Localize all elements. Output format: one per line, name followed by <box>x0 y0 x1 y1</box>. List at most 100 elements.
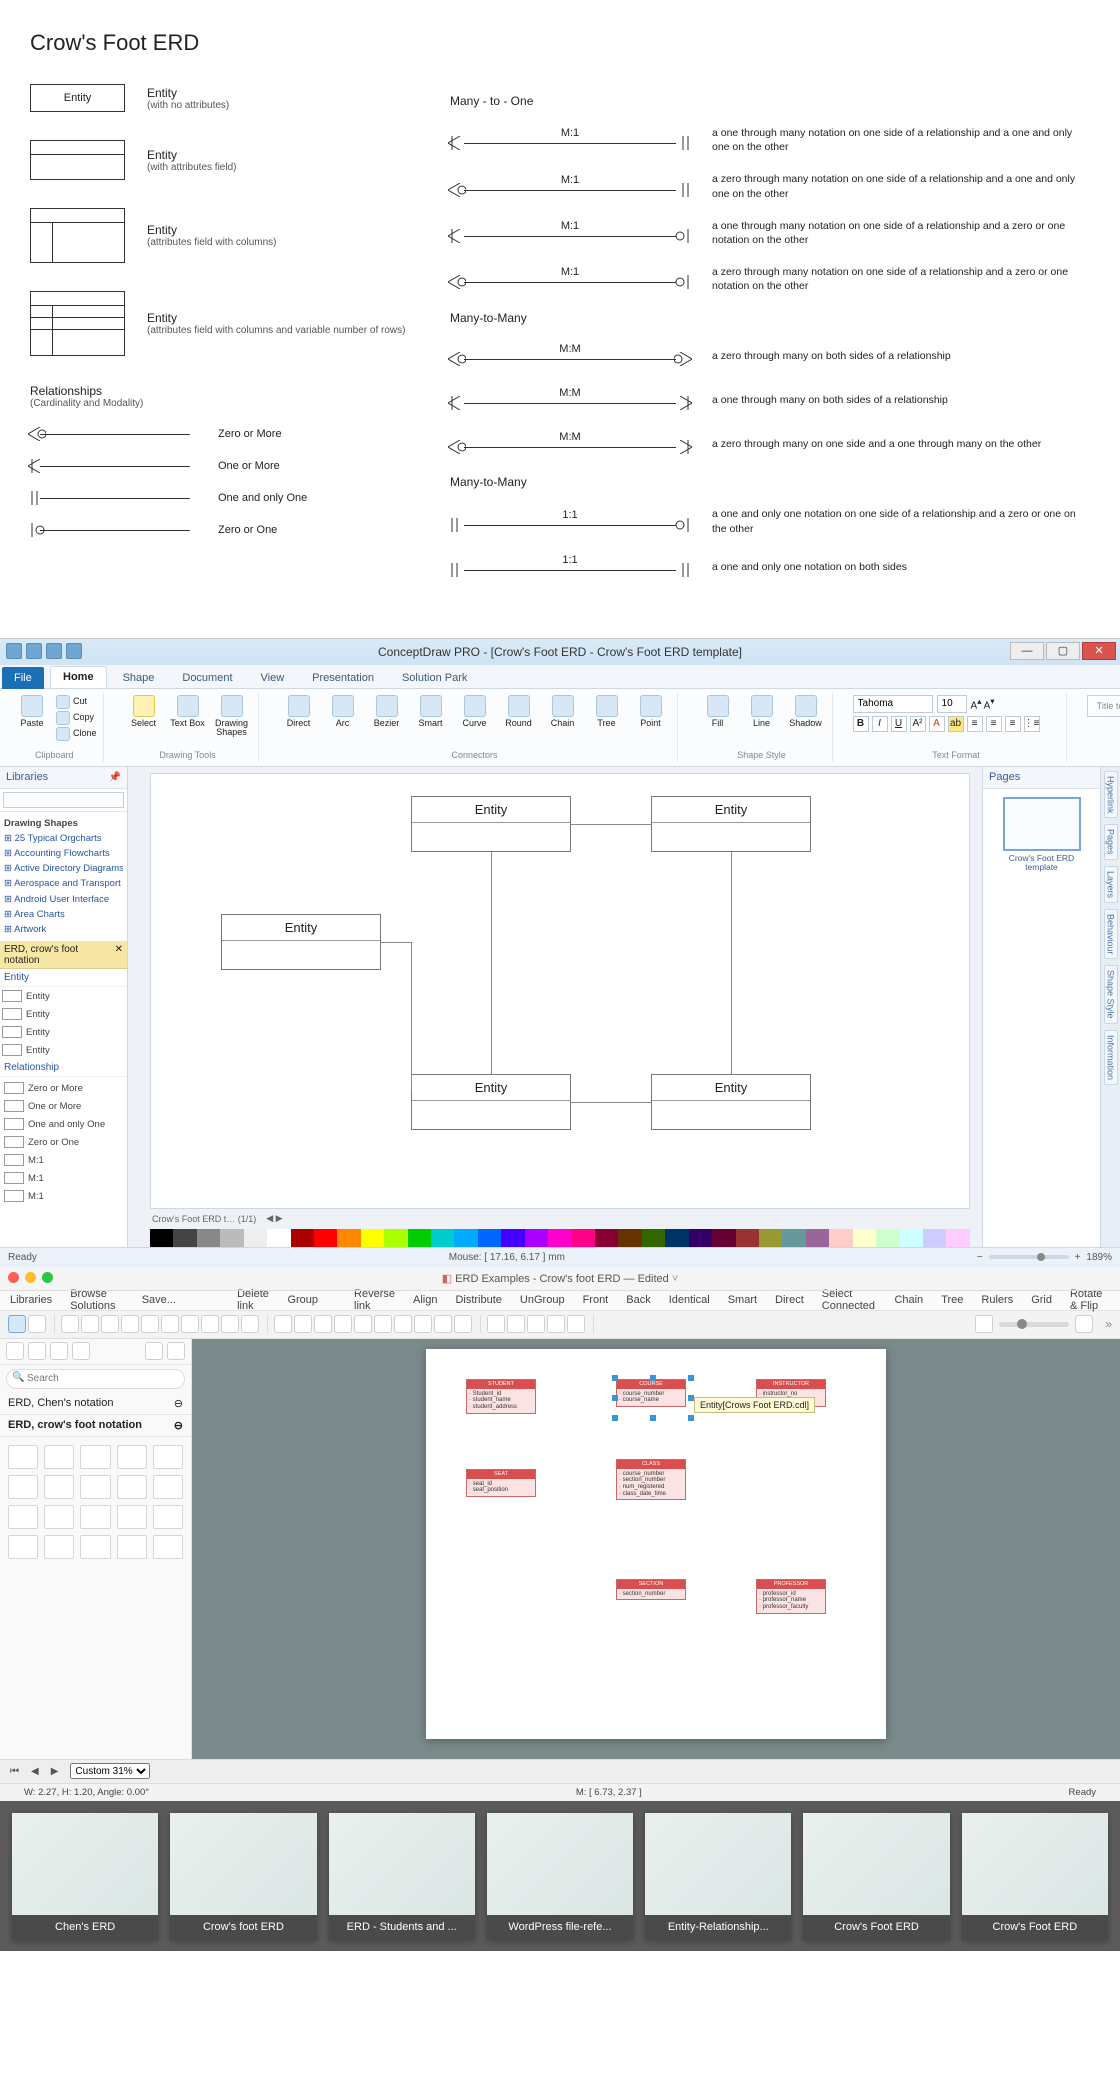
stencil-cell[interactable] <box>80 1535 110 1559</box>
more-icon[interactable]: » <box>1099 1317 1112 1331</box>
fontcolor-button[interactable]: A <box>929 716 945 732</box>
color-swatch[interactable] <box>853 1229 876 1247</box>
selection-handle[interactable] <box>688 1415 694 1421</box>
doc-tab[interactable]: Crow's Foot ERD t… (1/1) <box>152 1214 256 1224</box>
font-size-input[interactable] <box>937 695 967 713</box>
side-tab[interactable]: Shape Style <box>1104 965 1118 1024</box>
toolbar-icon[interactable] <box>241 1315 259 1333</box>
stencil-cell[interactable] <box>80 1505 110 1529</box>
toolbar-icon[interactable] <box>314 1315 332 1333</box>
menu-item[interactable]: Chain <box>894 1294 923 1306</box>
menu-item[interactable]: Delete link <box>237 1288 269 1312</box>
gallery-item[interactable]: Crow's foot ERD <box>170 1813 316 1939</box>
fill-button[interactable]: Fill <box>698 695 738 728</box>
underline-button[interactable]: U <box>891 716 907 732</box>
color-swatch[interactable] <box>431 1229 454 1247</box>
ribbon-tab[interactable]: Home <box>50 666 107 688</box>
toolbar-icon[interactable] <box>414 1315 432 1333</box>
bold-button[interactable]: B <box>853 716 869 732</box>
toolbar-icon[interactable] <box>527 1315 545 1333</box>
shadow-button[interactable]: Shadow <box>786 695 826 728</box>
entity-node[interactable]: Entity <box>411 796 571 852</box>
text-tool[interactable] <box>28 1315 46 1333</box>
stencil-item[interactable]: M:1 <box>2 1169 125 1187</box>
gallery-item[interactable]: Entity-Relationship... <box>645 1813 791 1939</box>
superscript-button[interactable]: A² <box>910 716 926 732</box>
toolbar-icon[interactable] <box>274 1315 292 1333</box>
menu-item[interactable]: Align <box>413 1294 437 1306</box>
stencil-item[interactable]: M:1 <box>2 1151 125 1169</box>
stencil-item[interactable]: One and only One <box>2 1115 125 1133</box>
connector-point-button[interactable]: Point <box>631 695 671 728</box>
minimize-button[interactable]: — <box>1010 642 1044 660</box>
toolbar-icon[interactable] <box>161 1315 179 1333</box>
menu-item[interactable]: Select Connected <box>822 1288 877 1312</box>
lib-tree-item[interactable]: ⊞ Accounting Flowcharts <box>4 846 123 861</box>
gallery-item[interactable]: Chen's ERD <box>12 1813 158 1939</box>
zoom-in-button[interactable] <box>1075 1315 1093 1333</box>
erd-node[interactable]: CLASS· course_number· section_number· nu… <box>616 1459 686 1500</box>
toolbar-icon[interactable] <box>221 1315 239 1333</box>
color-swatch[interactable] <box>361 1229 384 1247</box>
selection-handle[interactable] <box>650 1375 656 1381</box>
file-tab[interactable]: File <box>2 667 44 689</box>
connector-bezier-button[interactable]: Bezier <box>367 695 407 728</box>
zoom-select[interactable]: Custom 31% <box>70 1763 150 1779</box>
stencil-cell[interactable] <box>8 1445 38 1469</box>
menu-item[interactable]: Libraries <box>10 1294 52 1306</box>
color-swatch[interactable] <box>384 1229 407 1247</box>
selection-handle[interactable] <box>612 1395 618 1401</box>
entity-node[interactable]: Entity <box>651 796 811 852</box>
selection-handle[interactable] <box>612 1375 618 1381</box>
mac-search-input[interactable] <box>6 1369 185 1389</box>
stencil-cell[interactable] <box>44 1445 74 1469</box>
paste-button[interactable]: Paste <box>12 695 52 728</box>
stencil-cell[interactable] <box>117 1535 147 1559</box>
menu-item[interactable]: Smart <box>728 1294 757 1306</box>
stencil-item[interactable]: M:1 <box>2 1187 125 1205</box>
stencil-header[interactable]: ERD, crow's foot notation✕ <box>0 942 127 969</box>
color-swatch[interactable] <box>900 1229 923 1247</box>
selection-handle[interactable] <box>688 1375 694 1381</box>
menu-item[interactable]: Rulers <box>981 1294 1013 1306</box>
lib-tree-item[interactable]: ⊞ Artwork <box>4 922 123 937</box>
ribbon-tab[interactable]: Shape <box>111 668 167 688</box>
entity-node[interactable]: Entity <box>221 914 381 970</box>
stencil-cell[interactable] <box>44 1535 74 1559</box>
accordion-header[interactable]: ERD, Chen's notation⊖ <box>0 1393 191 1415</box>
menu-item[interactable]: Distribute <box>455 1294 501 1306</box>
color-swatch[interactable] <box>642 1229 665 1247</box>
ribbon-tab[interactable]: Document <box>170 668 244 688</box>
gallery-item[interactable]: ERD - Students and ... <box>329 1813 475 1939</box>
erd-node[interactable]: SEAT· seat_id· seat_position <box>466 1469 536 1497</box>
next-page-icon[interactable]: ▶ <box>51 1766 59 1777</box>
color-swatch[interactable] <box>689 1229 712 1247</box>
color-swatch[interactable] <box>173 1229 196 1247</box>
menu-item[interactable]: Reverse link <box>354 1288 395 1312</box>
erd-node[interactable]: COURSE· course_number· course_name <box>616 1379 686 1407</box>
drawing-shapes-button[interactable]: Drawing Shapes <box>212 695 252 737</box>
toolbar-icon[interactable] <box>394 1315 412 1333</box>
toolbar-icon[interactable] <box>61 1315 79 1333</box>
lib-tree-item[interactable]: ⊞ Active Directory Diagrams <box>4 861 123 876</box>
connector-direct-button[interactable]: Direct <box>279 695 319 728</box>
stencil-item[interactable]: Entity <box>0 1041 127 1059</box>
maximize-button[interactable]: ▢ <box>1046 642 1080 660</box>
color-swatch[interactable] <box>267 1229 290 1247</box>
close-traffic-icon[interactable] <box>8 1272 19 1283</box>
ribbon-tab[interactable]: Solution Park <box>390 668 479 688</box>
stencil-cell[interactable] <box>117 1475 147 1499</box>
clone-button[interactable]: Clone <box>56 727 97 741</box>
color-swatch[interactable] <box>712 1229 735 1247</box>
stencil-item[interactable]: Zero or One <box>2 1133 125 1151</box>
menu-item[interactable]: Back <box>626 1294 650 1306</box>
menu-item[interactable]: Browse Solutions <box>70 1288 124 1312</box>
italic-button[interactable]: I <box>872 716 888 732</box>
connector-chain-button[interactable]: Chain <box>543 695 583 728</box>
zoom-in-icon[interactable]: + <box>1075 1252 1081 1263</box>
menu-item[interactable]: Identical <box>669 1294 710 1306</box>
connector-arc-button[interactable]: Arc <box>323 695 363 728</box>
gallery-item[interactable]: Crow's Foot ERD <box>803 1813 949 1939</box>
first-page-icon[interactable]: ⏮ <box>10 1766 19 1777</box>
color-swatch[interactable] <box>618 1229 641 1247</box>
